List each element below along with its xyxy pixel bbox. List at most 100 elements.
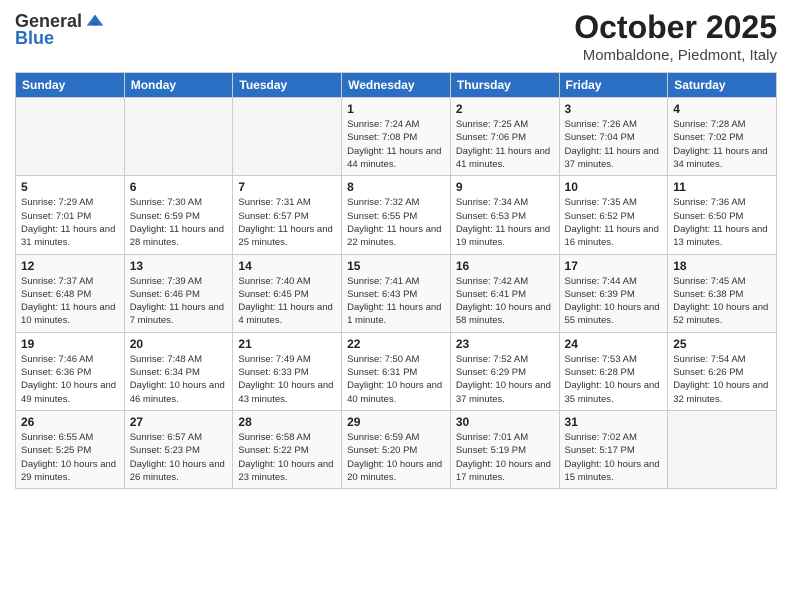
day-number: 29 bbox=[347, 415, 445, 429]
day-number: 16 bbox=[456, 259, 554, 273]
day-info: Sunrise: 7:46 AMSunset: 6:36 PMDaylight:… bbox=[21, 353, 119, 406]
day-info: Sunrise: 7:35 AMSunset: 6:52 PMDaylight:… bbox=[565, 196, 663, 249]
day-number: 13 bbox=[130, 259, 228, 273]
calendar-cell: 9 Sunrise: 7:34 AMSunset: 6:53 PMDaylight… bbox=[450, 176, 559, 254]
day-info: Sunrise: 7:44 AMSunset: 6:39 PMDaylight:… bbox=[565, 275, 663, 328]
calendar-table: Sunday Monday Tuesday Wednesday Thursday… bbox=[15, 72, 777, 489]
week-row-3: 19 Sunrise: 7:46 AMSunset: 6:36 PMDayligh… bbox=[16, 332, 777, 410]
day-info: Sunrise: 7:45 AMSunset: 6:38 PMDaylight:… bbox=[673, 275, 771, 328]
week-row-2: 12Sunrise: 7:37 AMSunset: 6:48 PMDayligh… bbox=[16, 254, 777, 332]
calendar-cell bbox=[233, 98, 342, 176]
day-number: 9 bbox=[456, 180, 554, 194]
calendar-cell bbox=[16, 98, 125, 176]
calendar-cell: 17 Sunrise: 7:44 AMSunset: 6:39 PMDayligh… bbox=[559, 254, 668, 332]
day-info: Sunrise: 7:01 AMSunset: 5:19 PMDaylight:… bbox=[456, 431, 554, 484]
col-sunday: Sunday bbox=[16, 73, 125, 98]
title-block: October 2025 Mombaldone, Piedmont, Italy bbox=[574, 10, 777, 64]
day-number: 5 bbox=[21, 180, 119, 194]
day-info: Sunrise: 7:36 AMSunset: 6:50 PMDaylight:… bbox=[673, 196, 771, 249]
day-number: 2 bbox=[456, 102, 554, 116]
day-info: Sunrise: 7:34 AMSunset: 6:53 PMDaylight:… bbox=[456, 196, 554, 249]
day-info: Sunrise: 7:28 AMSunset: 7:02 PMDaylight:… bbox=[673, 118, 771, 171]
day-number: 25 bbox=[673, 337, 771, 351]
day-number: 27 bbox=[130, 415, 228, 429]
calendar-cell: 5 Sunrise: 7:29 AMSunset: 7:01 PMDaylight… bbox=[16, 176, 125, 254]
calendar-cell: 13Sunrise: 7:39 AMSunset: 6:46 PMDayligh… bbox=[124, 254, 233, 332]
day-number: 20 bbox=[130, 337, 228, 351]
logo: General Blue bbox=[15, 10, 106, 49]
month-title: October 2025 bbox=[574, 10, 777, 45]
calendar-cell: 29Sunrise: 6:59 AMSunset: 5:20 PMDayligh… bbox=[342, 410, 451, 488]
calendar-cell: 25 Sunrise: 7:54 AMSunset: 6:26 PMDayligh… bbox=[668, 332, 777, 410]
col-thursday: Thursday bbox=[450, 73, 559, 98]
day-info: Sunrise: 7:53 AMSunset: 6:28 PMDaylight:… bbox=[565, 353, 663, 406]
day-info: Sunrise: 7:42 AMSunset: 6:41 PMDaylight:… bbox=[456, 275, 554, 328]
day-info: Sunrise: 6:57 AMSunset: 5:23 PMDaylight:… bbox=[130, 431, 228, 484]
week-row-1: 5 Sunrise: 7:29 AMSunset: 7:01 PMDaylight… bbox=[16, 176, 777, 254]
calendar-cell bbox=[668, 410, 777, 488]
col-friday: Friday bbox=[559, 73, 668, 98]
logo-icon bbox=[84, 10, 106, 32]
calendar-cell: 23Sunrise: 7:52 AMSunset: 6:29 PMDayligh… bbox=[450, 332, 559, 410]
day-number: 7 bbox=[238, 180, 336, 194]
calendar-cell: 27 Sunrise: 6:57 AMSunset: 5:23 PMDayligh… bbox=[124, 410, 233, 488]
day-number: 30 bbox=[456, 415, 554, 429]
calendar-cell: 18 Sunrise: 7:45 AMSunset: 6:38 PMDayligh… bbox=[668, 254, 777, 332]
day-number: 1 bbox=[347, 102, 445, 116]
week-row-4: 26 Sunrise: 6:55 AMSunset: 5:25 PMDayligh… bbox=[16, 410, 777, 488]
day-info: Sunrise: 7:50 AMSunset: 6:31 PMDaylight:… bbox=[347, 353, 445, 406]
day-info: Sunrise: 7:24 AMSunset: 7:08 PMDaylight:… bbox=[347, 118, 445, 171]
day-info: Sunrise: 7:49 AMSunset: 6:33 PMDaylight:… bbox=[238, 353, 336, 406]
day-number: 11 bbox=[673, 180, 771, 194]
day-number: 21 bbox=[238, 337, 336, 351]
day-number: 18 bbox=[673, 259, 771, 273]
col-tuesday: Tuesday bbox=[233, 73, 342, 98]
day-number: 26 bbox=[21, 415, 119, 429]
day-info: Sunrise: 6:58 AMSunset: 5:22 PMDaylight:… bbox=[238, 431, 336, 484]
day-number: 17 bbox=[565, 259, 663, 273]
calendar-cell: 6Sunrise: 7:30 AMSunset: 6:59 PMDaylight… bbox=[124, 176, 233, 254]
day-number: 23 bbox=[456, 337, 554, 351]
day-info: Sunrise: 7:02 AMSunset: 5:17 PMDaylight:… bbox=[565, 431, 663, 484]
header-row: Sunday Monday Tuesday Wednesday Thursday… bbox=[16, 73, 777, 98]
header: General Blue October 2025 Mombaldone, Pi… bbox=[15, 10, 777, 64]
day-info: Sunrise: 6:55 AMSunset: 5:25 PMDaylight:… bbox=[21, 431, 119, 484]
day-info: Sunrise: 7:29 AMSunset: 7:01 PMDaylight:… bbox=[21, 196, 119, 249]
day-number: 24 bbox=[565, 337, 663, 351]
day-info: Sunrise: 7:54 AMSunset: 6:26 PMDaylight:… bbox=[673, 353, 771, 406]
day-info: Sunrise: 7:25 AMSunset: 7:06 PMDaylight:… bbox=[456, 118, 554, 171]
col-monday: Monday bbox=[124, 73, 233, 98]
calendar-cell: 7 Sunrise: 7:31 AMSunset: 6:57 PMDaylight… bbox=[233, 176, 342, 254]
calendar-cell: 31 Sunrise: 7:02 AMSunset: 5:17 PMDayligh… bbox=[559, 410, 668, 488]
day-info: Sunrise: 7:40 AMSunset: 6:45 PMDaylight:… bbox=[238, 275, 336, 328]
day-number: 12 bbox=[21, 259, 119, 273]
week-row-0: 1 Sunrise: 7:24 AMSunset: 7:08 PMDaylight… bbox=[16, 98, 777, 176]
day-number: 8 bbox=[347, 180, 445, 194]
col-wednesday: Wednesday bbox=[342, 73, 451, 98]
calendar-cell: 22 Sunrise: 7:50 AMSunset: 6:31 PMDayligh… bbox=[342, 332, 451, 410]
calendar-cell: 21 Sunrise: 7:49 AMSunset: 6:33 PMDayligh… bbox=[233, 332, 342, 410]
calendar-cell: 8Sunrise: 7:32 AMSunset: 6:55 PMDaylight… bbox=[342, 176, 451, 254]
calendar-cell: 10 Sunrise: 7:35 AMSunset: 6:52 PMDayligh… bbox=[559, 176, 668, 254]
day-number: 15 bbox=[347, 259, 445, 273]
page: General Blue October 2025 Mombaldone, Pi… bbox=[0, 0, 792, 612]
col-saturday: Saturday bbox=[668, 73, 777, 98]
day-number: 10 bbox=[565, 180, 663, 194]
calendar-cell: 20 Sunrise: 7:48 AMSunset: 6:34 PMDayligh… bbox=[124, 332, 233, 410]
day-number: 22 bbox=[347, 337, 445, 351]
day-number: 14 bbox=[238, 259, 336, 273]
calendar-cell: 12Sunrise: 7:37 AMSunset: 6:48 PMDayligh… bbox=[16, 254, 125, 332]
day-number: 4 bbox=[673, 102, 771, 116]
day-info: Sunrise: 7:48 AMSunset: 6:34 PMDaylight:… bbox=[130, 353, 228, 406]
day-info: Sunrise: 7:30 AMSunset: 6:59 PMDaylight:… bbox=[130, 196, 228, 249]
calendar-cell: 24 Sunrise: 7:53 AMSunset: 6:28 PMDayligh… bbox=[559, 332, 668, 410]
day-number: 19 bbox=[21, 337, 119, 351]
calendar-cell: 1 Sunrise: 7:24 AMSunset: 7:08 PMDaylight… bbox=[342, 98, 451, 176]
calendar-cell: 14 Sunrise: 7:40 AMSunset: 6:45 PMDayligh… bbox=[233, 254, 342, 332]
day-info: Sunrise: 7:26 AMSunset: 7:04 PMDaylight:… bbox=[565, 118, 663, 171]
calendar-cell: 28Sunrise: 6:58 AMSunset: 5:22 PMDayligh… bbox=[233, 410, 342, 488]
day-number: 31 bbox=[565, 415, 663, 429]
day-info: Sunrise: 7:31 AMSunset: 6:57 PMDaylight:… bbox=[238, 196, 336, 249]
calendar-cell: 16 Sunrise: 7:42 AMSunset: 6:41 PMDayligh… bbox=[450, 254, 559, 332]
calendar-cell: 3Sunrise: 7:26 AMSunset: 7:04 PMDaylight… bbox=[559, 98, 668, 176]
